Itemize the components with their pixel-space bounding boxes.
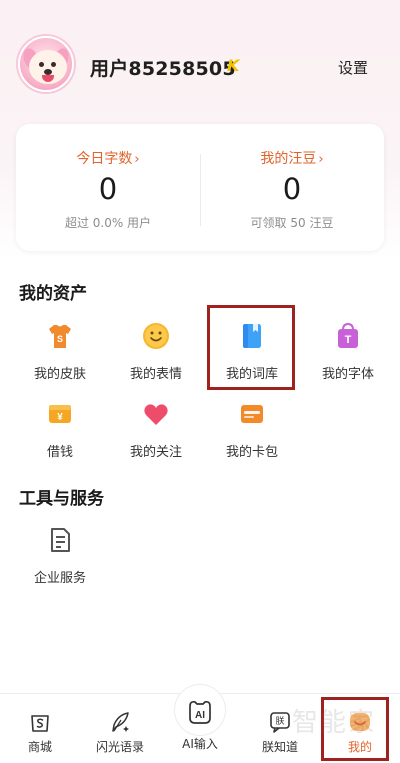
quill-icon bbox=[112, 712, 129, 732]
settings-button[interactable]: 设置 bbox=[338, 57, 368, 78]
tool-item-enterprise-service[interactable]: 企业服务 bbox=[12, 526, 108, 596]
today-word-count-subtitle: 超过 0.0% 用户 bbox=[64, 216, 152, 230]
smiley-icon bbox=[143, 323, 169, 349]
svg-text:¥: ¥ bbox=[57, 412, 63, 423]
chevron-right-icon: › bbox=[134, 152, 140, 167]
svg-text:朕: 朕 bbox=[275, 715, 284, 727]
my-beans[interactable]: 我的汪豆 › 0 可领取 50 汪豆 bbox=[200, 124, 384, 251]
my-beans-value: 0 bbox=[282, 172, 302, 206]
svg-text:S: S bbox=[57, 334, 63, 344]
nav-label: 闪光语录 bbox=[95, 740, 144, 754]
asset-item-label: 借钱 bbox=[46, 445, 73, 460]
avatar-eye-left bbox=[39, 62, 44, 67]
tool-item-label: 企业服务 bbox=[33, 571, 86, 586]
asset-item-font[interactable]: T 我的字体 bbox=[300, 322, 396, 392]
my-beans-title: 我的汪豆 › bbox=[200, 148, 384, 168]
today-word-count-value: 0 bbox=[98, 172, 118, 206]
ai-icon: AI bbox=[189, 700, 211, 724]
nav-item-ai-input[interactable]: AI AI输入 bbox=[160, 694, 240, 763]
shop-bag-icon bbox=[31, 715, 49, 732]
svg-text:T: T bbox=[345, 334, 352, 346]
my-beans-label: 我的汪豆 bbox=[260, 151, 317, 167]
shopping-bag-icon: T bbox=[338, 322, 358, 348]
chevron-right-icon: › bbox=[318, 152, 324, 167]
document-icon bbox=[51, 528, 70, 552]
highlight-box-dictionary bbox=[207, 305, 295, 390]
chat-icon: 朕 bbox=[270, 712, 290, 733]
asset-item-label: 我的关注 bbox=[129, 445, 182, 460]
nav-item-quotes[interactable]: 闪光语录 bbox=[80, 694, 160, 763]
asset-item-skin[interactable]: S 我的皮肤 bbox=[12, 322, 108, 392]
username[interactable]: 用户85258505 bbox=[90, 54, 236, 81]
asset-item-label: 我的皮肤 bbox=[33, 367, 86, 382]
yen-card-icon: ¥ bbox=[49, 405, 71, 423]
avatar[interactable] bbox=[18, 36, 74, 92]
my-beans-subtitle: 可领取 50 汪豆 bbox=[250, 216, 334, 230]
asset-item-emoji[interactable]: 我的表情 bbox=[108, 322, 204, 392]
today-word-count-title: 今日字数 › bbox=[16, 148, 200, 168]
avatar-eye-right bbox=[51, 62, 56, 67]
asset-item-label: 我的表情 bbox=[129, 367, 182, 382]
stats-card: 今日字数 › 0 超过 0.0% 用户 我的汪豆 › 0 可领取 50 汪豆 bbox=[16, 124, 384, 251]
nav-label: 商城 bbox=[27, 740, 52, 754]
watermark-text: 智能家 bbox=[292, 708, 377, 738]
today-word-count[interactable]: 今日字数 › 0 超过 0.0% 用户 bbox=[16, 124, 200, 251]
asset-item-loan[interactable]: ¥ 借钱 bbox=[12, 400, 108, 470]
profile-header: 用户85258505 K 设置 bbox=[0, 0, 400, 120]
today-word-count-label: 今日字数 bbox=[76, 151, 133, 167]
asset-item-card-wallet[interactable]: 我的卡包 bbox=[204, 400, 300, 470]
assets-section-title: 我的资产 bbox=[19, 284, 87, 304]
wallet-icon bbox=[241, 405, 263, 423]
heart-icon bbox=[144, 404, 168, 425]
nav-label: 朕知道 bbox=[261, 740, 298, 754]
asset-item-follow[interactable]: 我的关注 bbox=[108, 400, 204, 470]
vip-badge-icon: K bbox=[227, 56, 240, 75]
nav-item-shop[interactable]: 商城 bbox=[0, 694, 80, 763]
asset-item-label: 我的字体 bbox=[321, 367, 374, 382]
asset-item-label: 我的卡包 bbox=[225, 445, 278, 460]
svg-text:AI: AI bbox=[195, 710, 205, 721]
tools-section-title: 工具与服务 bbox=[19, 489, 104, 509]
nav-label: AI输入 bbox=[182, 737, 218, 751]
tshirt-icon: S bbox=[49, 325, 71, 348]
